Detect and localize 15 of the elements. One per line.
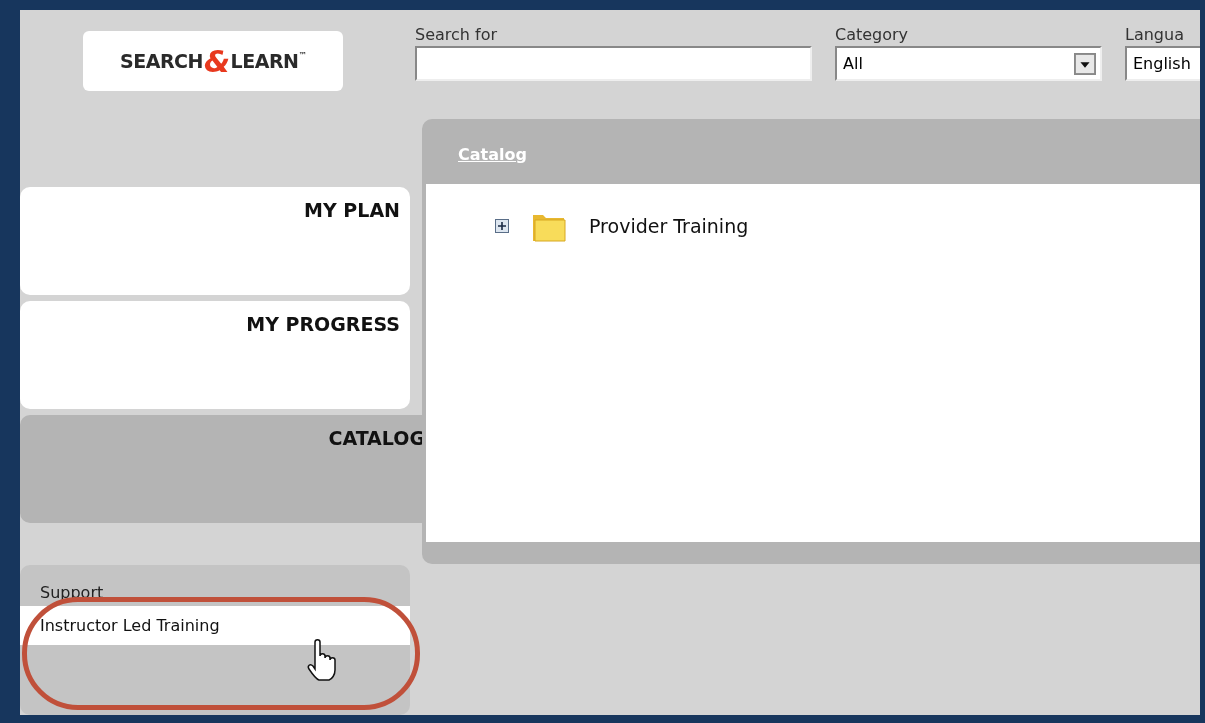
hand-cursor-icon <box>305 638 339 682</box>
expand-icon[interactable] <box>495 219 509 233</box>
tree-item[interactable]: Provider Training <box>589 215 749 237</box>
nav-tab[interactable]: MY PLAN <box>20 187 410 295</box>
nav-tab[interactable]: CATALOG <box>20 415 425 523</box>
field-label: Search for <box>415 25 499 44</box>
language-dropdown[interactable]: English <box>1125 46 1200 81</box>
dropdown-arrow-icon[interactable] <box>1074 52 1096 75</box>
field-label: Langua <box>1125 25 1185 44</box>
category-dropdown[interactable]: All <box>835 46 1102 81</box>
field-label: Category <box>835 25 910 44</box>
nav-tab[interactable]: MY PROGRESS <box>20 301 410 409</box>
search-field[interactable] <box>415 46 812 81</box>
logo[interactable]: SEARCH&LEARN™ <box>83 31 343 91</box>
support-link[interactable]: Instructor Led Training <box>20 606 410 645</box>
